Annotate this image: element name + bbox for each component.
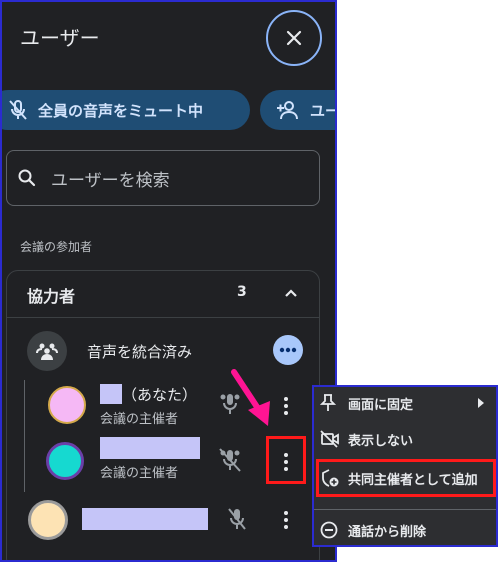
mic-off-icon	[228, 508, 246, 530]
more-horizontal-icon	[279, 347, 297, 353]
mute-all-label: 全員の音声をミュート中	[38, 101, 204, 120]
avatar	[46, 442, 84, 480]
menu-item-label: 通話から削除	[348, 524, 427, 540]
participant-name-suffix: （あなた）	[122, 385, 198, 404]
group-people-icon	[36, 343, 58, 360]
avatar	[28, 500, 68, 540]
participant-name-block	[82, 508, 208, 534]
more-vertical-icon[interactable]	[282, 396, 290, 416]
participants-section-label: 会議の参加者	[20, 240, 93, 254]
annotation-arrow-icon	[231, 369, 270, 426]
hide-video-icon	[320, 430, 339, 448]
add-cohost-icon	[322, 469, 339, 487]
menu-divider	[314, 509, 496, 510]
pin-icon	[320, 394, 336, 411]
more-vertical-icon[interactable]	[282, 510, 290, 530]
participant-row[interactable]: （あなた） 会議の主催者	[2, 382, 335, 432]
audio-merged-off-icon	[219, 448, 241, 472]
close-icon	[286, 30, 302, 46]
panel-title: ユーザー	[20, 26, 100, 50]
menu-item-remove[interactable]: 通話から削除	[314, 514, 496, 546]
more-vertical-icon[interactable]	[282, 452, 290, 472]
close-button[interactable]	[266, 10, 322, 66]
menu-item-pin[interactable]: 画面に固定	[314, 387, 496, 419]
search-icon	[18, 169, 36, 187]
participant-name-block: 会議の主催者	[100, 436, 210, 481]
submenu-arrow-icon	[478, 398, 484, 408]
avatar	[48, 386, 86, 424]
merged-audio-label: 音声を統合済み	[87, 343, 193, 361]
group-count: 3	[237, 284, 247, 300]
add-person-icon	[277, 101, 298, 120]
chevron-up-icon[interactable]	[281, 283, 301, 303]
mic-off-icon	[9, 100, 27, 120]
menu-item-label: 画面に固定	[348, 397, 414, 413]
menu-item-label: 表示しない	[348, 433, 414, 449]
merged-more-button[interactable]	[273, 335, 303, 365]
group-header[interactable]: 協力者 3	[7, 271, 319, 318]
people-panel: ユーザー 全員の音声をミュート中 ユー ユーザ	[0, 0, 337, 562]
participant-row[interactable]	[2, 496, 335, 546]
participant-name-block: （あなた） 会議の主催者	[100, 382, 210, 427]
menu-item-label: 共同主催者として追加	[348, 472, 478, 488]
redacted-name	[100, 384, 122, 404]
search-placeholder: ユーザーを検索	[51, 170, 170, 191]
menu-item-add-cohost[interactable]: 共同主催者として追加	[314, 462, 496, 494]
add-people-label: ユー	[310, 101, 335, 120]
remove-circle-icon	[320, 521, 338, 539]
participant-row[interactable]: 会議の主催者	[2, 436, 335, 486]
redacted-name	[82, 508, 208, 530]
action-chips: 全員の音声をミュート中 ユー	[2, 90, 335, 130]
participant-context-menu: 画面に固定 表示しない 共同主催者として追加 通話から削除	[312, 385, 498, 547]
redacted-name	[100, 437, 200, 459]
mute-all-chip[interactable]: 全員の音声をミュート中	[2, 90, 250, 130]
participant-role: 会議の主催者	[100, 466, 179, 481]
add-people-chip[interactable]: ユー	[260, 90, 335, 130]
merged-audio-avatar	[27, 331, 67, 371]
search-input[interactable]: ユーザーを検索	[6, 150, 320, 206]
group-title: 協力者	[27, 287, 76, 306]
participant-role: 会議の主催者	[100, 412, 179, 427]
menu-item-hide[interactable]: 表示しない	[314, 423, 496, 455]
